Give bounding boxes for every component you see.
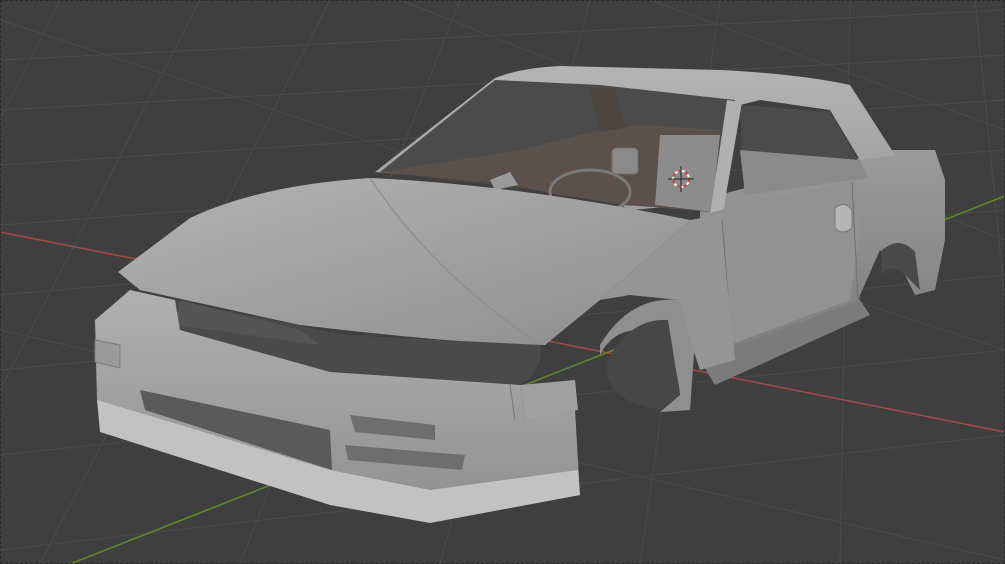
viewport-canvas[interactable] [0,0,1005,564]
3d-viewport[interactable] [0,0,1005,564]
car-body-mesh[interactable] [94,66,945,523]
